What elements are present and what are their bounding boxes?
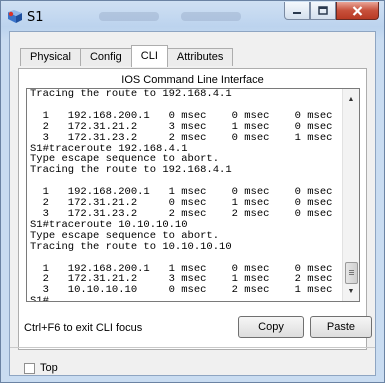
switch-app-icon xyxy=(8,10,22,23)
panel-header: IOS Command Line Interface xyxy=(121,74,264,86)
tab-attributes[interactable]: Attributes xyxy=(166,48,234,66)
paste-button[interactable]: Paste xyxy=(310,316,372,338)
cli-panel: IOS Command Line Interface Tracing the r… xyxy=(18,68,367,350)
top-option: Top xyxy=(24,362,58,374)
tab-bar: Physical Config CLI Attributes xyxy=(20,45,234,67)
window-title: S1 xyxy=(27,10,44,25)
blurred-title-text xyxy=(181,12,241,21)
scroll-up-arrow-icon[interactable]: ▲ xyxy=(343,91,359,107)
terminal-line: Tracing the route to 10.10.10.10 xyxy=(30,240,232,253)
blurred-title-text xyxy=(99,12,159,21)
top-label: Top xyxy=(40,362,58,374)
top-checkbox[interactable] xyxy=(24,362,35,374)
client-area: Physical Config CLI Attributes IOS Comma… xyxy=(9,31,376,376)
terminal-output[interactable]: Tracing the route to 192.168.4.1 1 192.1… xyxy=(30,88,342,302)
divider xyxy=(10,347,375,348)
terminal-line: S1# xyxy=(30,295,49,302)
terminal-line: 3 10.10.10.10 0 msec 2 msec 1 msec xyxy=(30,284,333,297)
terminal-line: Tracing the route to 192.168.4.1 xyxy=(30,88,232,100)
minimize-icon xyxy=(293,11,301,14)
close-button[interactable] xyxy=(336,2,379,20)
terminal-console[interactable]: Tracing the route to 192.168.4.1 1 192.1… xyxy=(26,88,360,302)
maximize-icon xyxy=(318,6,328,15)
terminal-line: 2 172.31.21.2 3 msec 1 msec 0 msec xyxy=(30,120,333,133)
title-bar[interactable]: S1 xyxy=(1,1,384,31)
maximize-button[interactable] xyxy=(310,2,336,20)
terminal-line: Tracing the route to 192.168.4.1 xyxy=(30,164,232,177)
scroll-down-arrow-icon[interactable]: ▼ xyxy=(343,283,359,299)
minimize-button[interactable] xyxy=(284,2,310,20)
tab-physical[interactable]: Physical xyxy=(20,48,81,66)
scrollbar-thumb[interactable] xyxy=(345,262,358,284)
tab-config[interactable]: Config xyxy=(79,48,132,66)
copy-button[interactable]: Copy xyxy=(238,316,304,338)
close-icon xyxy=(352,5,363,16)
tab-cli[interactable]: CLI xyxy=(130,45,168,67)
vertical-scrollbar[interactable]: ▲ ▼ xyxy=(342,89,359,301)
terminal-line: 3 172.31.23.2 2 msec 0 msec 1 msec xyxy=(30,131,333,144)
cli-window: S1 Physical Config CLI Attributes IOS Co… xyxy=(0,0,385,383)
focus-hint: Ctrl+F6 to exit CLI focus xyxy=(24,322,143,334)
